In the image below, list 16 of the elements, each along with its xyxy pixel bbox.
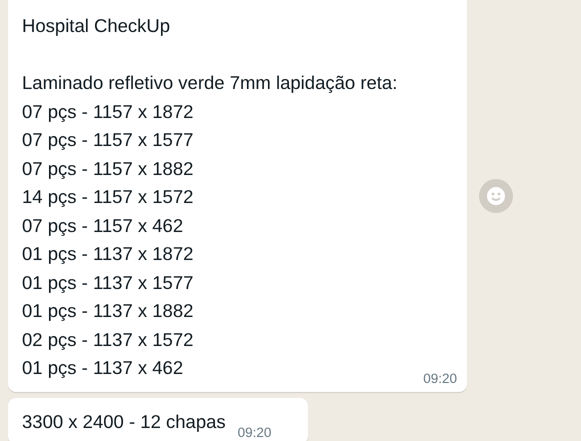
message-line: 01 pçs - 1137 x 462 (22, 356, 184, 380)
message-line: 01 pçs - 1137 x 1872 (22, 242, 194, 266)
message-line: 07 pçs - 1157 x 1872 (22, 100, 194, 124)
message-line: 14 pçs - 1157 x 1572 (22, 185, 194, 209)
message-time: 09:20 (238, 425, 272, 440)
emoji-reaction-button[interactable] (479, 178, 513, 213)
message-text: 3300 x 2400 - 12 chapas (22, 410, 226, 434)
message-line: 02 pçs - 1137 x 1572 (22, 328, 194, 352)
message-heading: Hospital CheckUp (22, 14, 170, 38)
message-line: 07 pçs - 1157 x 1882 (22, 156, 194, 181)
message-line: Laminado refletivo verde 7mm lapidação reta: (22, 71, 398, 95)
message-time: 09:20 (423, 370, 457, 386)
message-line: 07 pçs - 1157 x 1577 (22, 128, 194, 152)
message-line: 01 pçs - 1137 x 1882 (22, 299, 194, 323)
message-line: 01 pçs - 1137 x 1577 (22, 270, 194, 295)
message-line: 07 pçs - 1157 x 462 (22, 214, 184, 238)
